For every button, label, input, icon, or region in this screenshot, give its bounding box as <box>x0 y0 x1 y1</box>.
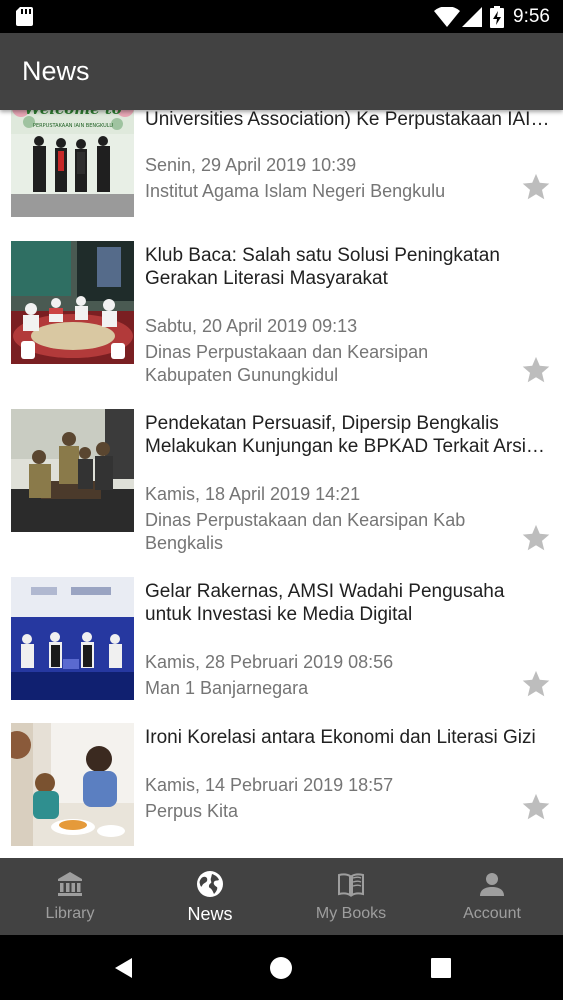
sd-card-icon <box>16 7 33 26</box>
back-icon[interactable] <box>112 956 136 980</box>
news-item[interactable]: Welcome to PERPUSTAKAAN IAIN BENGKULU Ku… <box>0 110 563 230</box>
star-icon[interactable] <box>521 172 551 202</box>
news-title: Pendekatan Persuasif, Dipersip Bengkalis… <box>145 413 537 457</box>
news-date: Kamis, 28 Pebruari 2019 08:56 <box>145 652 394 672</box>
news-thumbnail <box>11 409 134 532</box>
news-thumbnail <box>11 241 134 364</box>
news-item[interactable]: Klub Baca: Salah satu Solusi Peningkatan… <box>0 241 563 399</box>
nav-label: My Books <box>315 905 387 922</box>
nav-label: Account <box>463 905 521 922</box>
news-date: Sabtu, 20 April 2019 09:13 <box>145 316 358 336</box>
news-date: Kamis, 14 Pebruari 2019 18:57 <box>145 775 394 795</box>
nav-item-account[interactable]: Account <box>422 858 562 935</box>
recents-icon[interactable] <box>429 956 453 980</box>
book-icon <box>338 873 364 897</box>
news-date: Kamis, 18 April 2019 14:21 <box>145 484 361 504</box>
news-source: Man 1 Banjarnegara <box>145 678 309 698</box>
news-title: Klub Baca: Salah satu Solusi Peningkatan… <box>145 245 500 289</box>
person-icon <box>480 873 504 896</box>
news-item[interactable]: Pendekatan Persuasif, Dipersip Bengkalis… <box>0 409 563 567</box>
news-thumbnail: Welcome to PERPUSTAKAAN IAIN BENGKULU <box>11 110 134 217</box>
star-icon[interactable] <box>521 355 551 385</box>
library-icon <box>58 872 82 896</box>
thumb-library-text: PERPUSTAKAAN IAIN BENGKULU <box>33 123 113 129</box>
nav-label: Library <box>45 905 95 922</box>
bottom-navigation: Library News My Books Account <box>0 858 563 935</box>
star-icon[interactable] <box>521 792 551 822</box>
news-item[interactable]: Gelar Rakernas, AMSI Wadahi Pengusaha un… <box>0 577 563 713</box>
home-icon[interactable] <box>269 956 293 980</box>
news-title: Ironi Korelasi antara Ekonomi dan Litera… <box>145 727 536 748</box>
news-date: Senin, 29 April 2019 10:39 <box>145 155 357 175</box>
star-icon[interactable] <box>521 523 551 553</box>
nav-item-my-books[interactable]: My Books <box>281 858 421 935</box>
news-source: Institut Agama Islam Negeri Bengkulu <box>145 181 446 201</box>
nav-item-library[interactable]: Library <box>0 858 140 935</box>
signal-icon <box>462 7 482 27</box>
wifi-icon <box>434 7 460 27</box>
app-bar: News <box>0 33 563 110</box>
news-item[interactable]: Ironi Korelasi antara Ekonomi dan Litera… <box>0 723 563 858</box>
status-bar: 9:56 <box>0 0 563 33</box>
news-thumbnail <box>11 577 134 700</box>
news-title: Gelar Rakernas, AMSI Wadahi Pengusaha un… <box>145 581 505 625</box>
system-navigation-bar <box>0 935 563 1000</box>
news-list[interactable]: Welcome to PERPUSTAKAAN IAIN BENGKULU Ku… <box>0 110 563 858</box>
star-icon[interactable] <box>521 669 551 699</box>
nav-label: News <box>187 904 233 924</box>
page-title: News <box>22 56 90 86</box>
battery-charging-icon <box>490 6 504 28</box>
thumb-welcome-text: Welcome to <box>24 110 122 118</box>
news-source: Perpus Kita <box>145 801 239 821</box>
nav-item-news[interactable]: News <box>140 858 280 935</box>
globe-icon <box>197 871 223 897</box>
news-thumbnail <box>11 723 134 846</box>
news-title: Kunjungan Peserta AIUA (Asian Islamic Un… <box>145 110 545 130</box>
news-source: Dinas Perpustakaan dan Kearsipan Kab Ben… <box>145 510 466 553</box>
status-time: 9:56 <box>513 6 550 27</box>
news-source: Dinas Perpustakaan dan Kearsipan Kabupat… <box>145 342 429 385</box>
